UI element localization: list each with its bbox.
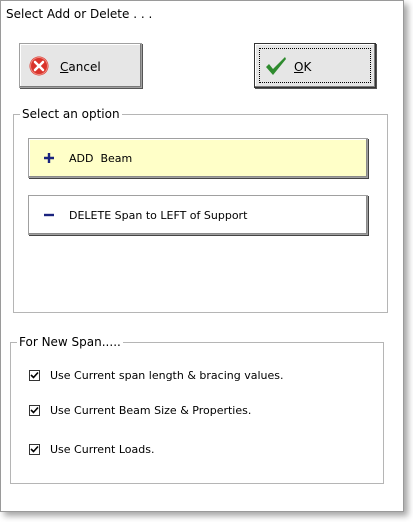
add-beam-button[interactable]: ADD Beam (28, 138, 368, 178)
new-span-group: For New Span..... Use Current span lengt… (10, 335, 384, 484)
checkbox-row-span-length[interactable]: Use Current span length & bracing values… (29, 369, 284, 382)
delete-span-label: DELETE Span to LEFT of Support (69, 209, 248, 222)
cancel-button[interactable]: Cancel (19, 43, 142, 88)
new-span-legend: For New Span..... (17, 335, 123, 349)
select-option-legend: Select an option (20, 107, 122, 121)
select-option-group: Select an option ADD Beam DELETE Span to… (13, 107, 388, 313)
dialog-title: Select Add or Delete . . . (6, 7, 153, 21)
loads-label: Use Current Loads. (50, 443, 155, 456)
ok-button[interactable]: OK (254, 43, 376, 88)
checkbox-row-loads[interactable]: Use Current Loads. (29, 443, 154, 456)
cancel-button-label: Cancel (60, 60, 101, 74)
span-length-checkbox[interactable] (29, 370, 40, 381)
delete-span-button[interactable]: DELETE Span to LEFT of Support (28, 195, 368, 235)
beam-size-label: Use Current Beam Size & Properties. (50, 404, 252, 417)
add-beam-label: ADD Beam (69, 152, 133, 165)
checkmark-icon (266, 57, 286, 75)
loads-checkbox[interactable] (29, 444, 40, 455)
beam-size-checkbox[interactable] (29, 405, 40, 416)
cancel-x-icon (29, 56, 49, 76)
span-length-label: Use Current span length & bracing values… (50, 369, 284, 382)
minus-icon (44, 213, 54, 217)
plus-icon (44, 153, 54, 163)
dialog-window: Select Add or Delete . . . Cancel OK Sel… (0, 0, 404, 512)
ok-button-label: OK (294, 60, 312, 74)
checkbox-row-beam-size[interactable]: Use Current Beam Size & Properties. (29, 404, 251, 417)
